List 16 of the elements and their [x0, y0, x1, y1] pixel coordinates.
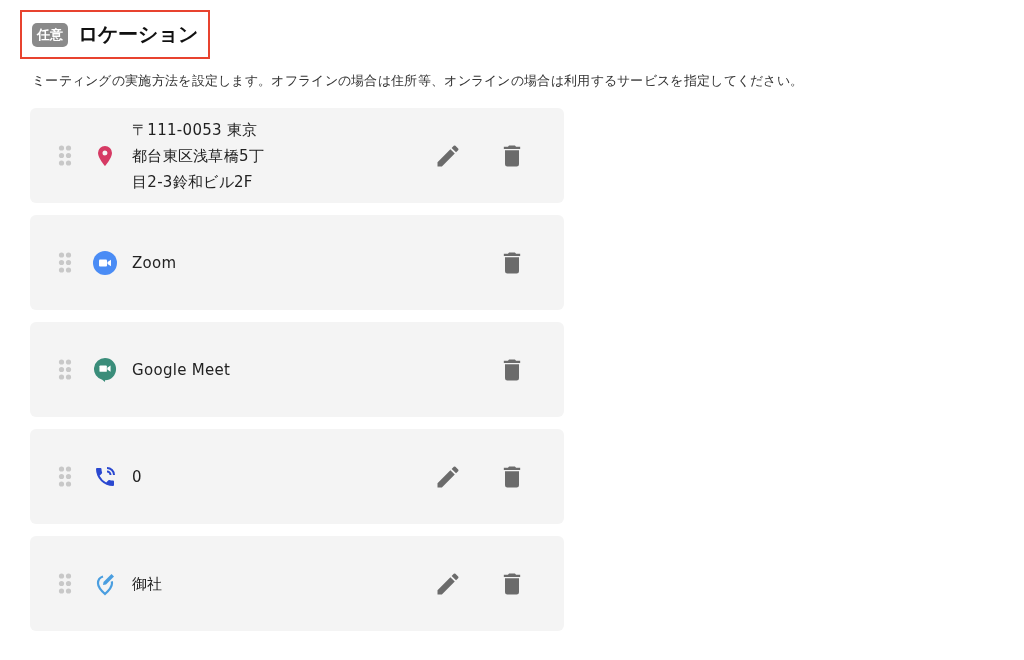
optional-badge: 任意 — [32, 22, 68, 47]
location-label: 0 — [132, 466, 143, 488]
drag-handle-icon[interactable] — [58, 145, 72, 166]
location-label: Zoom — [132, 252, 178, 274]
section-title: ロケーション — [78, 21, 198, 48]
video-chat-icon — [93, 357, 117, 382]
location-label: Google Meet — [132, 359, 232, 381]
location-label: 御社 — [132, 573, 164, 595]
drag-handle-icon[interactable] — [58, 252, 72, 273]
phone-call-icon — [93, 464, 117, 489]
drag-handle-icon[interactable] — [58, 573, 72, 594]
drag-handle-icon[interactable] — [58, 466, 72, 487]
video-camera-icon — [93, 250, 117, 275]
description-text: ミーティングの実施方法を設定します。オフラインの場合は住所等、オンラインの場合は利用するサービスを指定してください。 — [32, 73, 805, 90]
location-label: 〒111-0053 東京都台東区浅草橋5丁目2-3鈴和ビル2F — [132, 119, 265, 193]
drag-handle-icon[interactable] — [58, 359, 72, 380]
